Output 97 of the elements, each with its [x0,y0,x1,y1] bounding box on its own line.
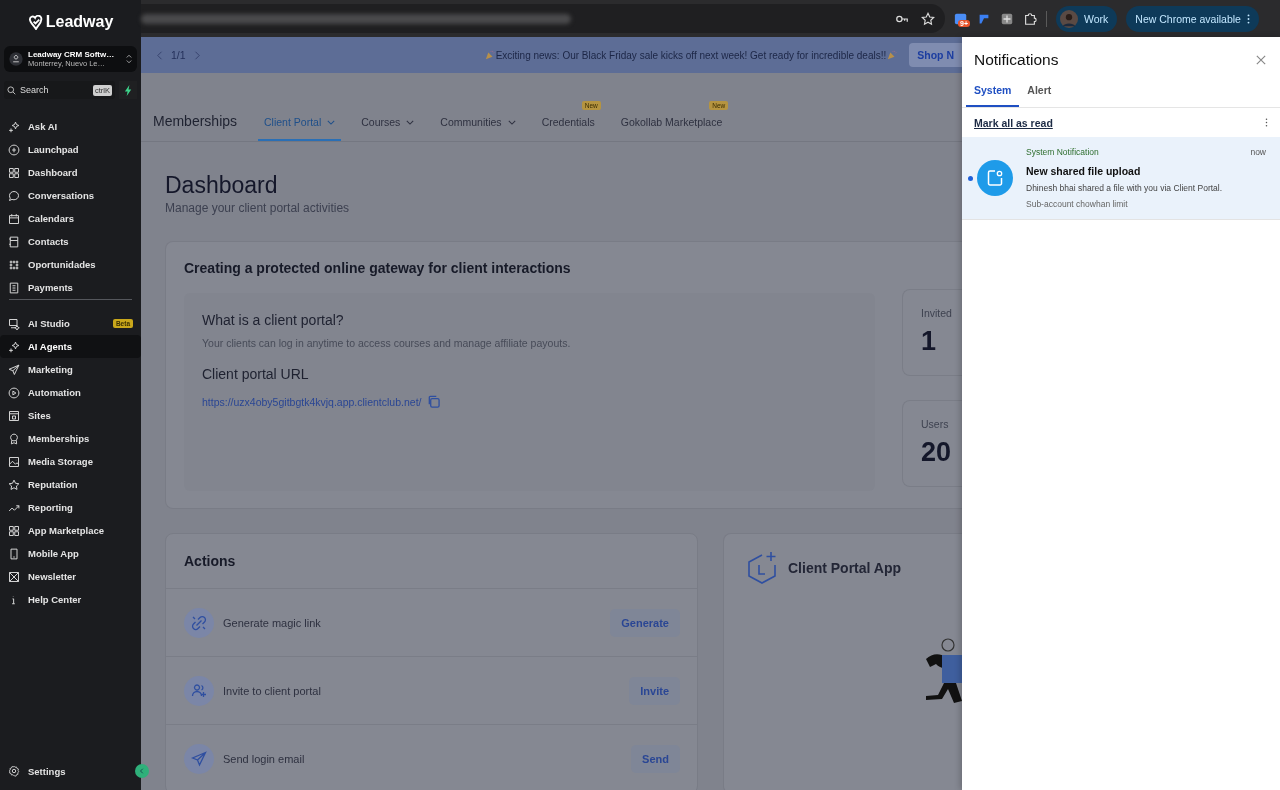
user-plus-icon [191,682,207,699]
tab[interactable]: Communities [434,116,522,141]
mark-all-read-link[interactable]: Mark all as read [974,116,1053,129]
action-label: Invite to client portal [223,684,322,697]
nav-item[interactable]: Mobile App [0,542,141,565]
image-icon [8,455,20,468]
chevron-updown-icon [126,54,132,64]
brand-name: Leadway [45,13,114,31]
party-popper-icon [887,50,898,60]
collapse-button[interactable] [135,764,149,778]
banner-message: Exciting news: Our Black Friday sale kicks off next week! Get ready for incredible deals!! [495,49,887,61]
close-icon[interactable] [1256,55,1266,65]
receipt-icon [8,281,20,294]
nav-item[interactable]: Conversations [0,184,141,207]
send-icon [191,750,207,767]
nav-item[interactable]: Ask AI [0,115,141,138]
page-subtitle: Manage your client portal activities [165,201,351,215]
grid-icon [8,166,20,179]
action-label: Generate magic link [223,616,322,629]
link-icon [191,614,207,631]
more-icon [1246,13,1250,24]
nav-item[interactable]: Automation [0,381,141,404]
pager-count: 1/1 [171,49,186,61]
nav-item[interactable]: Dashboard [0,161,141,184]
extension-icon[interactable] [1000,11,1014,26]
calendar-extension-icon[interactable] [954,11,968,26]
notification-message: Dhinesh bhai shared a file with you via Client Portal. [1026,182,1224,194]
hexagon-plus-icon [746,551,778,585]
notification-category: System Notification [1026,147,1099,157]
send-icon [8,363,20,376]
nav-item[interactable]: Newsletter [0,565,141,588]
nav-item[interactable]: Contacts [0,230,141,253]
sparkle-icon [8,340,20,353]
stat-label: Users [921,418,950,430]
calendar-icon [8,212,20,225]
section-title: Memberships [153,113,238,131]
notification-time: now [1250,147,1266,157]
notification-account: Sub-account chowhan limit [1026,199,1129,209]
card-title: Client Portal App [788,560,902,576]
notification-title: New shared file upload [1026,165,1142,177]
nav-item[interactable]: AI Agents [0,335,141,358]
settings-item[interactable]: Settings [0,759,130,783]
stat-label: Invited [921,307,953,319]
monitor-sparkle-icon [8,317,20,330]
nav-item[interactable]: Sites [0,404,141,427]
unread-dot [968,175,973,181]
nav-item[interactable]: Media Storage [0,450,141,473]
file-icon [977,160,1013,196]
nav-item[interactable]: Payments [0,276,141,299]
lightning-icon [123,84,133,96]
update-button[interactable]: New Chrome available [1126,5,1259,32]
panel-title: Notifications [974,51,1059,69]
notification-item[interactable]: System Notification now New shared file upload Dhinesh bhai shared a file with you via Client Portal. Sub-account chowhan limit [962,137,1280,220]
puzzle-icon[interactable] [1023,11,1037,26]
account-name: Leadway CRM Softw… [28,50,116,59]
nav-item[interactable]: Reputation [0,473,141,496]
nav-item[interactable]: Memberships [0,427,141,450]
info-heading: What is a client portal? [202,312,345,328]
stat-value: 20 [921,437,953,468]
phone-icon [8,547,20,560]
star-icon [8,478,20,491]
location-icon [9,52,23,66]
page-title: Dashboard [165,172,279,199]
logo-icon [27,14,43,30]
nav-item[interactable]: Launchpad [0,138,141,161]
profile-button[interactable]: Work [1056,5,1118,32]
more-icon[interactable] [1265,118,1268,127]
grid-icon [8,524,20,537]
nav-item[interactable]: Calendars [0,207,141,230]
tab[interactable]: Alert [1019,84,1060,107]
tab[interactable]: Courses [355,116,421,141]
chevron-left-icon [139,768,145,774]
award-icon [8,432,20,445]
sparkle-icon [8,120,20,133]
nav-item[interactable]: Reporting [0,496,141,519]
quick-action-button[interactable] [119,81,137,99]
search-icon [7,85,16,95]
browser-icon [8,409,20,422]
nav-item[interactable]: Marketing [0,358,141,381]
party-popper-icon [484,50,495,60]
card-title: Creating a protected online gateway for client interactions [184,260,572,276]
nav-item[interactable]: Help Center [0,588,141,611]
nav-item[interactable]: App Marketplace [0,519,141,542]
stat-value: 1 [921,326,938,357]
chat-bubble-icon [8,189,20,202]
star-icon[interactable] [921,11,935,26]
avatar-icon [1060,9,1078,28]
tab[interactable]: Gokollab Marketplace [614,116,729,141]
tab[interactable]: System [966,84,1020,107]
address-book-icon [8,235,20,248]
tab[interactable]: Credentials [535,116,601,141]
info-heading: Client portal URL [202,366,310,382]
action-label: Send login email [223,752,306,765]
nav-item[interactable]: Oportunidades [0,253,141,276]
settings-icon [8,765,20,777]
dots-icon [8,258,20,271]
card-title: Actions [166,534,697,589]
